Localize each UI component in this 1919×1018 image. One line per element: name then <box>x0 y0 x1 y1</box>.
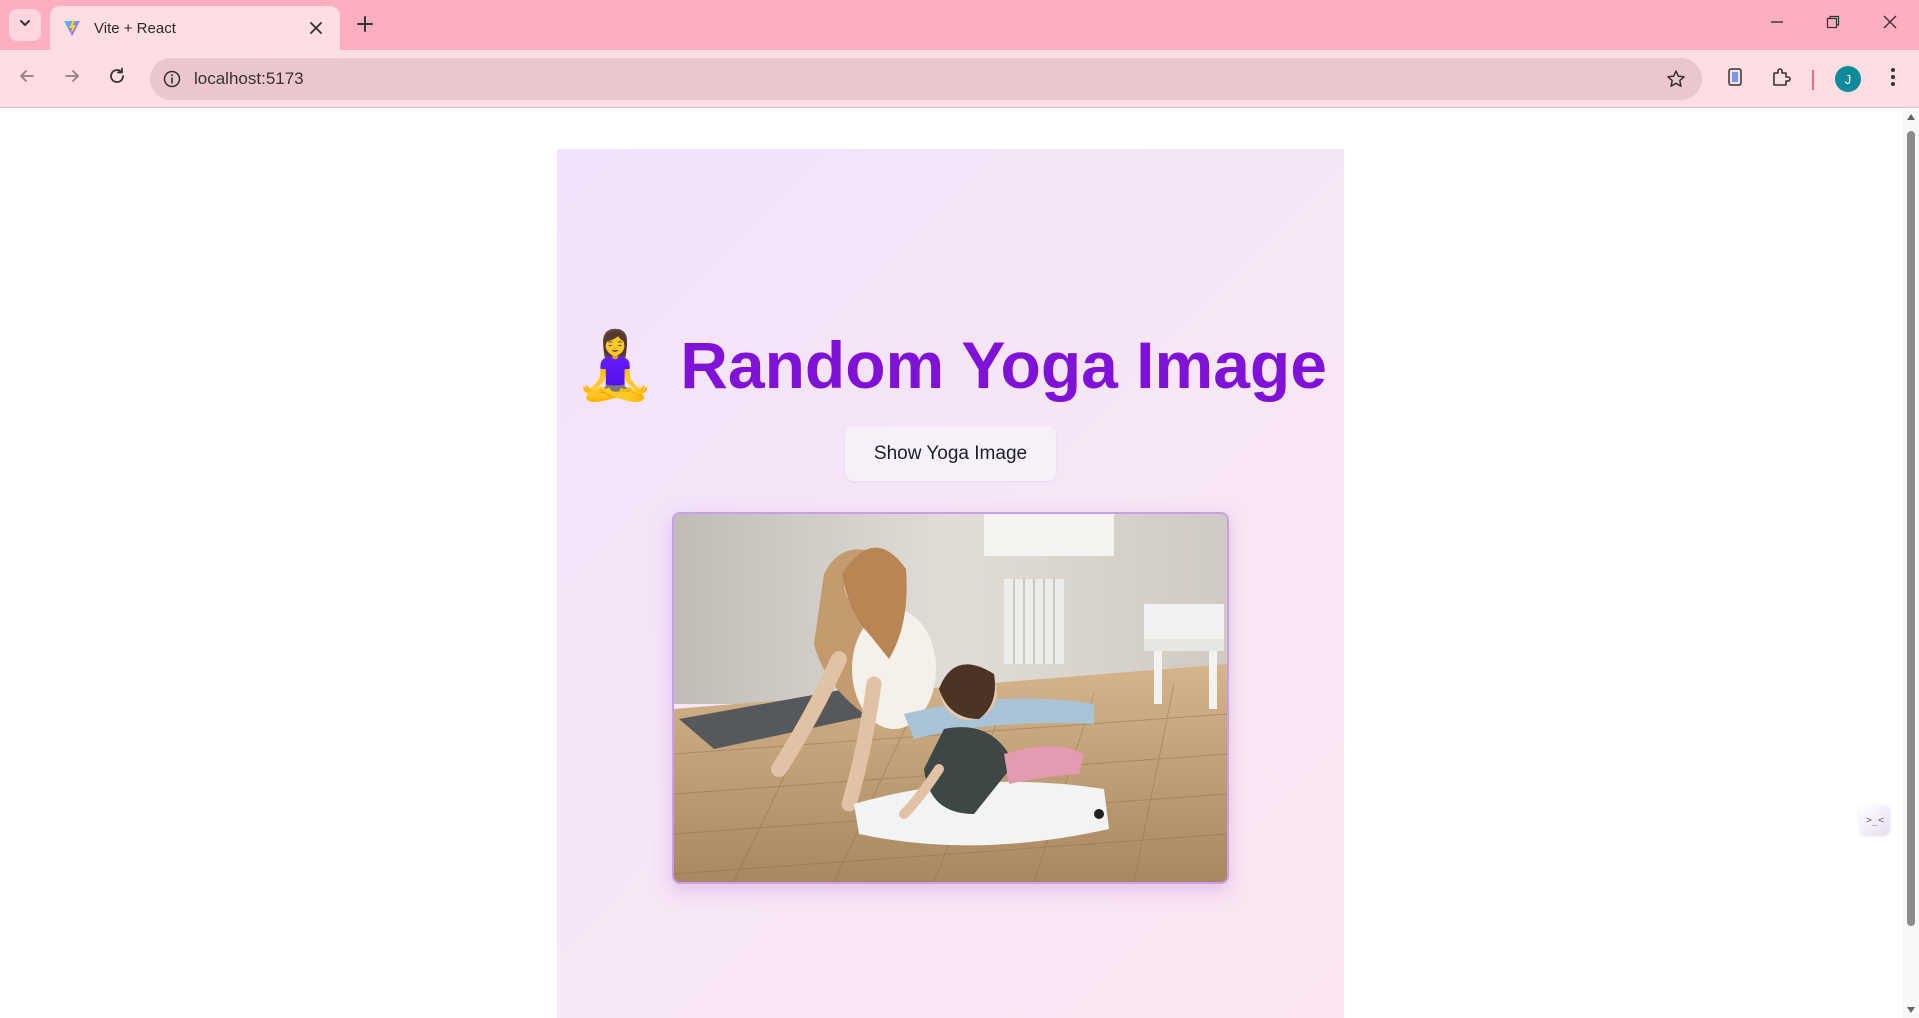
new-tab-button[interactable] <box>350 10 380 40</box>
reload-icon <box>108 67 126 90</box>
arrow-left-icon <box>18 67 36 90</box>
extension-widget-button[interactable]: >_< <box>1860 805 1890 835</box>
close-icon <box>1883 15 1897 34</box>
app-card: 🧘‍♀️ Random Yoga Image Show Yoga Image <box>557 149 1344 1018</box>
page-scrollbar[interactable] <box>1903 109 1919 1018</box>
phone-icon <box>1725 67 1745 92</box>
yoga-emoji-icon: 🧘‍♀️ <box>574 328 657 402</box>
scroll-thumb[interactable] <box>1907 131 1915 926</box>
page-title: 🧘‍♀️ Random Yoga Image <box>557 327 1344 405</box>
plus-icon <box>357 11 373 39</box>
tab-title: Vite + React <box>94 19 176 37</box>
page-title-text: Random Yoga Image <box>680 328 1327 402</box>
yoga-photo-illustration <box>674 514 1227 882</box>
show-yoga-image-button[interactable]: Show Yoga Image <box>845 426 1056 481</box>
tab-search-button[interactable] <box>9 9 41 41</box>
extensions-button[interactable] <box>1764 62 1798 96</box>
profile-avatar[interactable]: J <box>1835 66 1861 92</box>
puzzle-icon <box>1770 66 1792 93</box>
kebab-menu-icon <box>1890 67 1896 92</box>
reload-button[interactable] <box>100 61 134 95</box>
site-info-icon[interactable] <box>150 58 194 100</box>
vite-logo-icon <box>62 18 82 38</box>
browser-tab[interactable]: Vite + React <box>50 6 340 50</box>
restore-icon <box>1826 15 1840 34</box>
toolbar-divider <box>1812 70 1814 90</box>
tab-strip: Vite + React <box>0 0 1919 50</box>
arrow-right-icon <box>63 67 81 90</box>
restore-button[interactable] <box>1813 6 1853 42</box>
address-bar[interactable]: localhost:5173 <box>150 58 1702 100</box>
scroll-down-arrow-icon[interactable] <box>1906 1005 1916 1015</box>
browser-toolbar: localhost:5173 J <box>0 50 1919 108</box>
forward-button[interactable] <box>55 61 89 95</box>
yoga-photo <box>672 512 1229 884</box>
minimize-icon <box>1770 15 1784 34</box>
scroll-up-arrow-icon[interactable] <box>1906 112 1916 122</box>
chevron-down-icon <box>18 16 32 35</box>
back-button[interactable] <box>10 61 44 95</box>
side-panel-button[interactable] <box>1718 62 1752 96</box>
page-viewport: 🧘‍♀️ Random Yoga Image Show Yoga Image <box>0 109 1903 1018</box>
browser-menu-button[interactable] <box>1876 62 1910 96</box>
bookmark-star-icon[interactable] <box>1664 67 1688 91</box>
close-window-button[interactable] <box>1870 6 1910 42</box>
url-text[interactable]: localhost:5173 <box>194 69 304 89</box>
minimize-button[interactable] <box>1757 6 1797 42</box>
close-tab-icon[interactable] <box>304 16 328 40</box>
